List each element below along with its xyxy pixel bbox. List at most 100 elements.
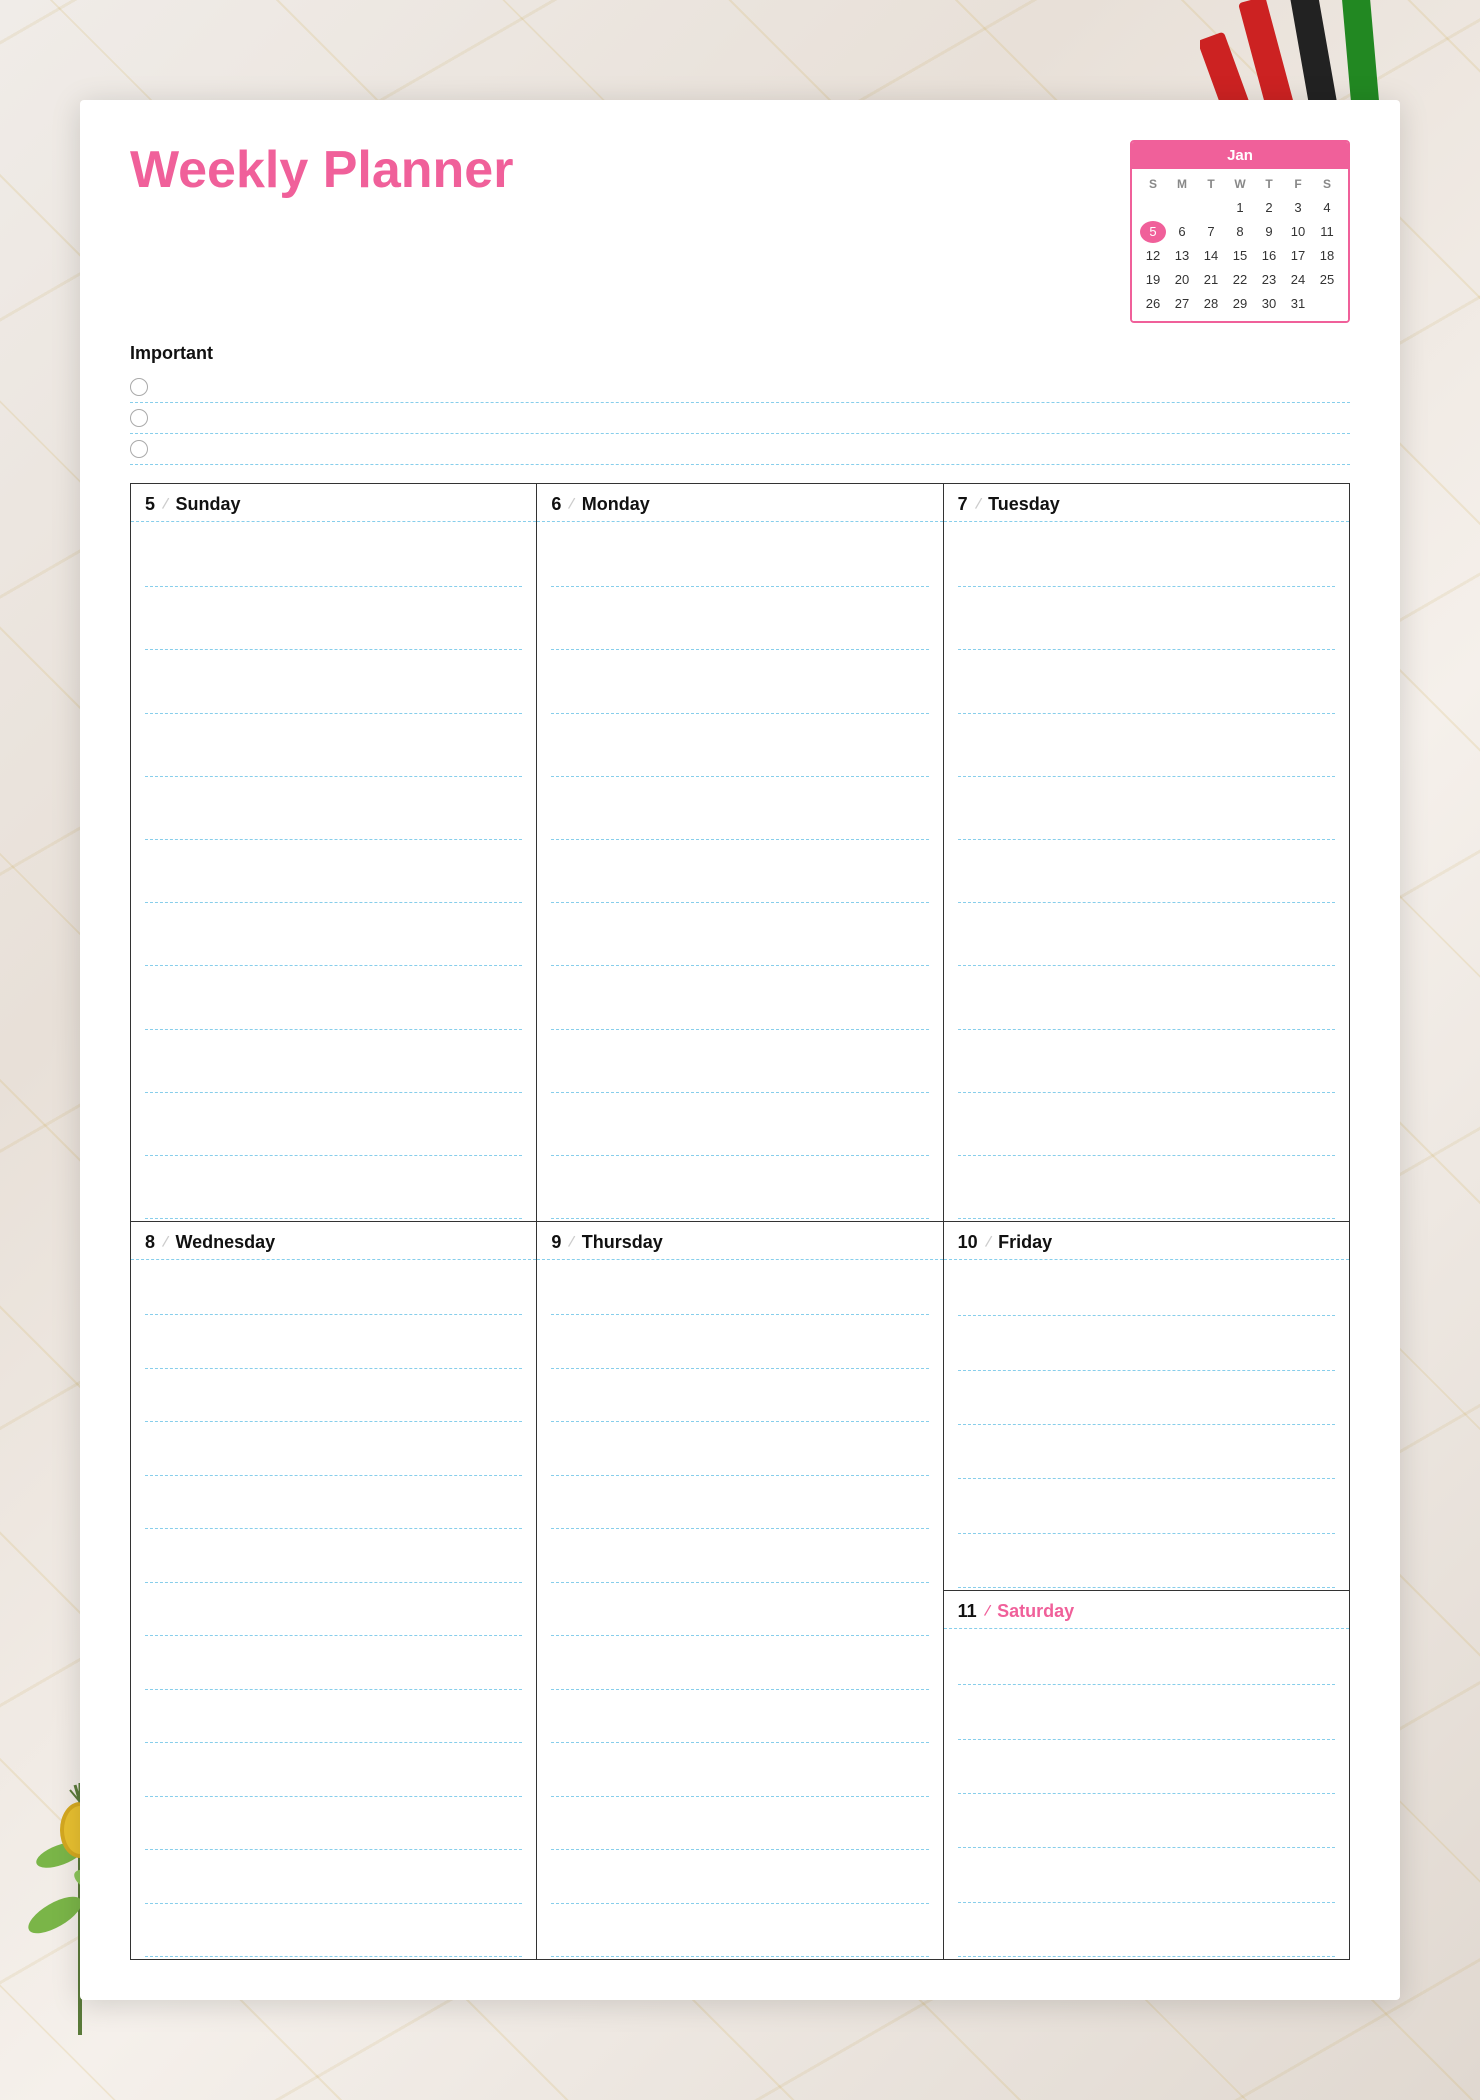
day-line[interactable] (551, 1743, 928, 1796)
day-cell-thursday: 9 / Thursday (537, 1222, 943, 1960)
day-number-tuesday: 7 (958, 494, 968, 515)
important-checkbox-1[interactable] (130, 378, 148, 396)
day-line[interactable] (551, 1369, 928, 1422)
cal-cell: 10 (1285, 221, 1311, 243)
right-col-bottom: 10 / Friday 11 / Saturday (944, 1222, 1350, 1960)
day-name-thursday: Thursday (582, 1232, 663, 1253)
day-line[interactable] (551, 1093, 928, 1156)
day-line[interactable] (145, 1476, 522, 1529)
day-line[interactable] (145, 903, 522, 966)
day-line[interactable] (145, 1529, 522, 1582)
day-line[interactable] (145, 840, 522, 903)
day-name-friday: Friday (998, 1232, 1052, 1253)
day-line[interactable] (958, 1030, 1335, 1093)
day-line[interactable] (551, 777, 928, 840)
mini-calendar: Jan S M T W T F S 1 2 3 (1130, 140, 1350, 323)
cal-cell: 21 (1198, 269, 1224, 291)
day-line[interactable] (145, 1583, 522, 1636)
day-line[interactable] (551, 1476, 928, 1529)
day-line[interactable] (958, 840, 1335, 903)
day-line[interactable] (145, 1636, 522, 1689)
day-line[interactable] (958, 1794, 1335, 1848)
day-line[interactable] (145, 1797, 522, 1850)
day-number-saturday: 11 (958, 1601, 977, 1622)
day-number-wednesday: 8 (145, 1232, 155, 1253)
day-line[interactable] (958, 1425, 1335, 1479)
day-header-monday: 6 / Monday (537, 484, 942, 522)
day-lines-wednesday (131, 1260, 536, 1959)
day-line[interactable] (551, 1636, 928, 1689)
day-line[interactable] (145, 650, 522, 713)
day-line[interactable] (551, 1583, 928, 1636)
day-line[interactable] (145, 1690, 522, 1743)
day-line[interactable] (145, 1743, 522, 1796)
day-line[interactable] (145, 1850, 522, 1903)
day-line[interactable] (958, 1316, 1335, 1370)
day-line[interactable] (958, 1479, 1335, 1533)
day-line[interactable] (958, 777, 1335, 840)
day-line[interactable] (958, 1156, 1335, 1219)
day-line[interactable] (551, 1262, 928, 1315)
day-line[interactable] (145, 1093, 522, 1156)
day-line[interactable] (551, 587, 928, 650)
day-line[interactable] (551, 1904, 928, 1957)
day-line[interactable] (958, 650, 1335, 713)
day-line[interactable] (145, 966, 522, 1029)
day-cell-monday: 6 / Monday (537, 484, 943, 1222)
day-line[interactable] (551, 1850, 928, 1903)
day-line[interactable] (551, 714, 928, 777)
day-line[interactable] (958, 524, 1335, 587)
day-line[interactable] (145, 1422, 522, 1475)
day-line[interactable] (145, 777, 522, 840)
day-line[interactable] (958, 1534, 1335, 1588)
day-line[interactable] (551, 1529, 928, 1582)
day-line[interactable] (958, 1371, 1335, 1425)
day-line[interactable] (145, 1262, 522, 1315)
day-line[interactable] (551, 524, 928, 587)
day-line[interactable] (145, 714, 522, 777)
cal-cell: 30 (1256, 293, 1282, 315)
day-line[interactable] (958, 1262, 1335, 1316)
day-line[interactable] (958, 966, 1335, 1029)
day-line[interactable] (145, 1156, 522, 1219)
day-lines-sunday (131, 522, 536, 1221)
day-header-sunday: 5 / Sunday (131, 484, 536, 522)
day-line[interactable] (551, 1690, 928, 1743)
cal-header-f: F (1285, 173, 1311, 195)
day-line[interactable] (551, 966, 928, 1029)
day-line[interactable] (145, 1030, 522, 1093)
cal-cell: 23 (1256, 269, 1282, 291)
day-number-friday: 10 (958, 1232, 978, 1253)
day-line[interactable] (958, 1093, 1335, 1156)
day-cell-sunday: 5 / Sunday (131, 484, 537, 1222)
important-checkbox-3[interactable] (130, 440, 148, 458)
day-line[interactable] (145, 524, 522, 587)
day-line[interactable] (551, 840, 928, 903)
day-line[interactable] (551, 903, 928, 966)
day-line[interactable] (145, 1904, 522, 1957)
cal-cell: 15 (1227, 245, 1253, 267)
header-row: Weekly Planner Jan S M T W T F S 1 (130, 140, 1350, 323)
day-line[interactable] (551, 1422, 928, 1475)
day-line[interactable] (551, 1315, 928, 1368)
day-line[interactable] (958, 587, 1335, 650)
day-line[interactable] (958, 1631, 1335, 1685)
day-line[interactable] (958, 1903, 1335, 1957)
day-line[interactable] (958, 1685, 1335, 1739)
day-line[interactable] (551, 650, 928, 713)
important-checkbox-2[interactable] (130, 409, 148, 427)
calendar-week-1: 1 2 3 4 (1140, 197, 1340, 219)
day-line[interactable] (145, 587, 522, 650)
slash-friday: / (983, 1233, 992, 1252)
day-line[interactable] (145, 1369, 522, 1422)
important-line-1 (130, 372, 1350, 403)
day-line[interactable] (958, 1848, 1335, 1902)
day-line[interactable] (958, 903, 1335, 966)
day-cell-saturday: 11 / Saturday (944, 1591, 1349, 1959)
day-line[interactable] (551, 1030, 928, 1093)
day-line[interactable] (958, 714, 1335, 777)
day-line[interactable] (145, 1315, 522, 1368)
day-line[interactable] (551, 1156, 928, 1219)
day-line[interactable] (958, 1740, 1335, 1794)
day-line[interactable] (551, 1797, 928, 1850)
